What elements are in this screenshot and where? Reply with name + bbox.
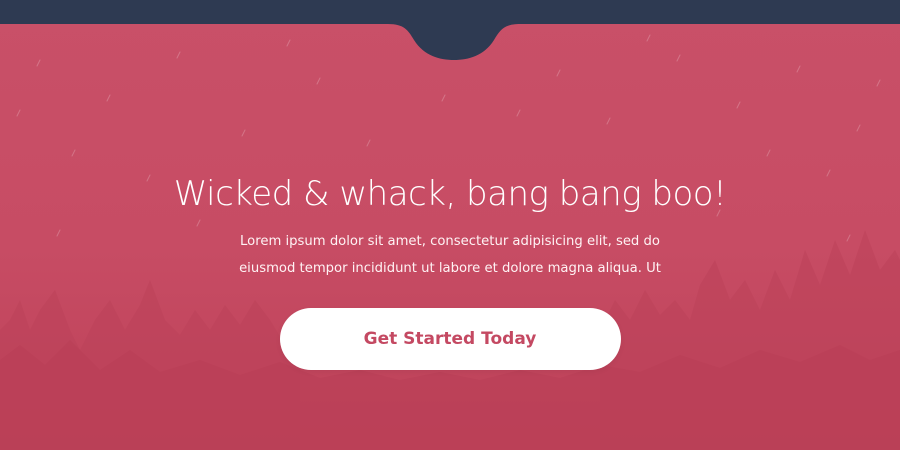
hero-subtext-line-2: eiusmod tempor incididunt ut labore et d…	[239, 261, 661, 276]
get-started-button[interactable]: Get Started Today	[279, 308, 621, 370]
hero-subtext: Lorem ipsum dolor sit amet, consectetur …	[215, 228, 685, 282]
hero-headline: Wicked & whack, bang bang boo!	[173, 174, 727, 214]
hero-content: Wicked & whack, bang bang boo! Lorem ips…	[0, 170, 900, 370]
top-notch-tab	[388, 24, 520, 60]
hero-subtext-line-1: Lorem ipsum dolor sit amet, consectetur …	[240, 234, 660, 249]
hero-section: Wicked & whack, bang bang boo! Lorem ips…	[0, 0, 900, 450]
